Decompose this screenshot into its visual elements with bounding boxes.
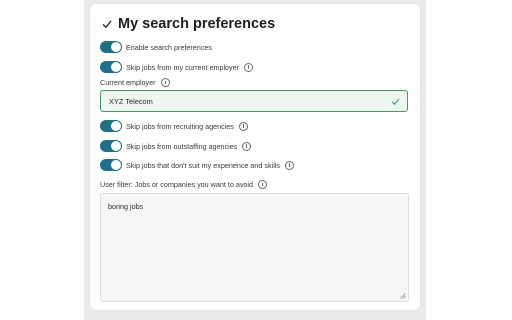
current-employer-input[interactable]: XYZ Telecom [100,90,408,112]
skip-current-employer-row: Skip jobs from my current employer [100,61,254,73]
enable-preferences-row: Enable search preferences [100,41,212,53]
user-filter-label: User filter: Jobs or companies you want … [100,180,268,189]
skip-recruiting-row: Skip jobs from recruiting agencies [100,120,248,132]
skip-current-employer-label: Skip jobs from my current employer [126,62,240,72]
current-employer-label-text: Current employer [100,78,156,87]
info-icon[interactable] [160,78,170,87]
skip-outstaffing-label: Skip jobs from outstaffing agencies [126,141,238,151]
info-icon[interactable] [284,160,294,170]
skip-outstaffing-row: Skip jobs from outstaffing agencies [100,140,252,152]
page-title: My search preferences [118,16,276,32]
current-employer-label: Current employer [100,78,170,87]
resize-handle-icon[interactable] [400,293,406,299]
user-filter-value[interactable]: boring jobs [108,202,143,211]
info-icon[interactable] [242,141,252,151]
info-icon[interactable] [244,62,254,72]
info-icon[interactable] [238,121,248,131]
info-icon[interactable] [258,180,268,189]
user-filter-label-text: User filter: Jobs or companies you want … [100,180,254,189]
checkmark-icon [102,20,112,29]
skip-outstaffing-toggle[interactable] [100,140,122,152]
skip-recruiting-toggle[interactable] [100,120,122,132]
skip-current-employer-toggle[interactable] [100,61,122,73]
skip-unsuitable-label: Skip jobs that don't suit my experience … [126,160,280,170]
card-header: My search preferences [102,16,275,32]
preferences-card: My search preferences Enable search pref… [90,4,420,310]
skip-unsuitable-row: Skip jobs that don't suit my experience … [100,159,294,171]
skip-unsuitable-toggle[interactable] [100,159,122,171]
current-employer-value[interactable]: XYZ Telecom [109,97,153,106]
skip-recruiting-label: Skip jobs from recruiting agencies [126,121,234,131]
enable-preferences-toggle[interactable] [100,41,122,53]
valid-check-icon [391,98,400,105]
enable-preferences-label: Enable search preferences [126,42,212,52]
user-filter-textarea[interactable]: boring jobs [100,193,409,302]
